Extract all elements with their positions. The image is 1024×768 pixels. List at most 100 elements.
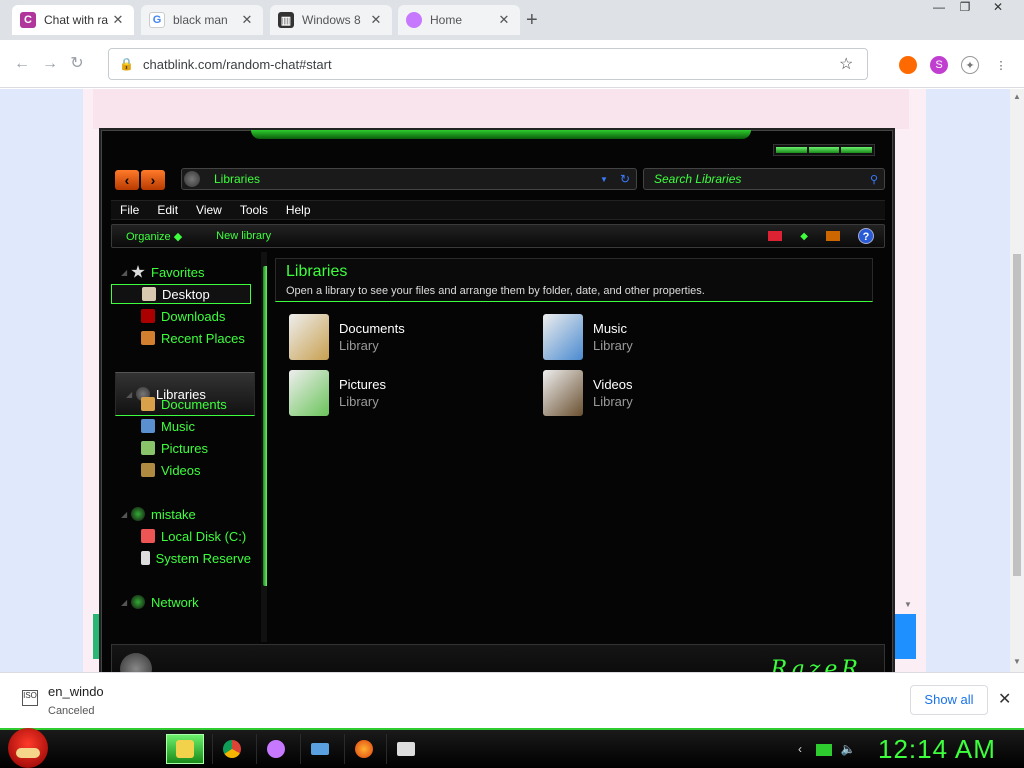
nav-pictures[interactable]: Pictures <box>111 438 251 458</box>
nav-label: Network <box>151 594 199 610</box>
explorer-search-input[interactable]: Search Libraries ⚲ <box>643 168 885 190</box>
address-text[interactable]: Libraries <box>214 172 600 186</box>
scroll-up-icon[interactable]: ▲ <box>1013 92 1021 101</box>
forward-button[interactable]: → <box>39 53 61 75</box>
title-glow <box>251 130 751 139</box>
kebab-menu-icon[interactable]: ⋮ <box>992 56 1010 74</box>
expand-icon[interactable]: ◢ <box>121 268 131 277</box>
libraries-orb-icon <box>184 171 200 187</box>
address-bar[interactable]: 🔒 chatblink.com/random-chat#start ☆ <box>108 48 868 80</box>
back-arrow-icon[interactable]: ‹ <box>115 170 139 190</box>
back-button[interactable]: ← <box>11 53 33 75</box>
nav-music[interactable]: Music <box>111 416 251 436</box>
maximize-explorer-button[interactable] <box>808 147 840 153</box>
nav-scroll-thumb[interactable] <box>263 266 267 586</box>
nav-local-disk[interactable]: Local Disk (C:) <box>111 526 251 546</box>
firefox-icon <box>354 740 373 758</box>
scroll-down-icon[interactable]: ▼ <box>1013 657 1021 666</box>
start-button[interactable] <box>8 728 48 768</box>
change-view-icon[interactable] <box>768 231 783 241</box>
url-text[interactable]: chatblink.com/random-chat#start <box>143 57 839 72</box>
tab-home[interactable]: Home ✕ <box>398 5 520 35</box>
tab-chat[interactable]: C Chat with ra ✕ <box>12 5 134 35</box>
explorer-window: ‹ › Libraries ▼ ↻ Search Libraries ⚲ Fil… <box>99 128 895 726</box>
tab-title: Home <box>430 13 463 27</box>
expand-icon[interactable]: ◢ <box>121 510 131 519</box>
library-name: Pictures <box>339 377 386 392</box>
taskbar-tor[interactable] <box>256 734 294 764</box>
network-tray-icon[interactable] <box>816 744 832 756</box>
library-music[interactable]: Music Library <box>543 314 763 360</box>
tab-search[interactable]: G black man ✕ <box>141 5 263 35</box>
pictures-icon <box>289 370 329 416</box>
taskbar-clock[interactable]: 12:14 AM <box>878 734 996 765</box>
search-icon[interactable]: ⚲ <box>870 173 878 186</box>
scroll-thumb[interactable] <box>1013 254 1021 576</box>
close-tab-icon[interactable]: ✕ <box>496 12 512 28</box>
download-filename[interactable]: en_windo <box>48 684 104 699</box>
close-tab-icon[interactable]: ✕ <box>110 12 126 28</box>
organize-button[interactable]: Organize ◆ <box>126 230 182 243</box>
menu-file[interactable]: File <box>120 203 139 217</box>
explorer-address-bar[interactable]: Libraries ▼ ↻ <box>181 168 637 190</box>
menu-edit[interactable]: Edit <box>157 203 178 217</box>
chevron-down-icon[interactable]: ▼ <box>600 175 608 184</box>
close-tab-icon[interactable]: ✕ <box>368 12 384 28</box>
bookmark-star-icon[interactable]: ☆ <box>839 54 863 74</box>
menu-view[interactable]: View <box>196 203 222 217</box>
libraries-header: Libraries Open a library to see your fil… <box>275 258 873 302</box>
network-icon <box>131 595 145 609</box>
menu-help[interactable]: Help <box>286 203 311 217</box>
tab-windows[interactable]: ▥ Windows 8 ✕ <box>270 5 392 35</box>
view-options-icon[interactable]: ◆ <box>800 231 808 242</box>
taskbar-explorer[interactable] <box>166 734 204 764</box>
nav-label: Music <box>161 418 195 434</box>
refresh-icon[interactable]: ↻ <box>620 172 630 186</box>
library-name: Videos <box>593 377 633 392</box>
preview-pane-icon[interactable] <box>826 231 840 241</box>
fire-extension-icon[interactable] <box>899 56 917 74</box>
library-videos[interactable]: Videos Library <box>543 370 763 416</box>
puzzle-extensions-icon[interactable]: ✦ <box>961 56 979 74</box>
show-all-button[interactable]: Show all <box>910 685 988 715</box>
nav-label: Recent Places <box>161 330 245 346</box>
volume-icon[interactable]: 🔈 <box>840 742 856 758</box>
nav-favorites[interactable]: ◢ Favorites <box>111 262 251 282</box>
search-placeholder[interactable]: Search Libraries <box>654 172 870 186</box>
inner-scroll-down-icon[interactable]: ▼ <box>904 600 912 609</box>
nav-system-reserved[interactable]: System Reserve <box>111 548 251 568</box>
nav-videos[interactable]: Videos <box>111 460 251 480</box>
taskbar-chrome[interactable] <box>212 734 250 764</box>
library-pictures[interactable]: Pictures Library <box>289 370 509 416</box>
menu-tools[interactable]: Tools <box>240 203 268 217</box>
new-tab-button[interactable]: + <box>526 9 538 32</box>
reload-button[interactable]: ↻ <box>66 53 88 75</box>
page-scrollbar[interactable]: ▲ ▼ <box>1010 89 1024 672</box>
close-explorer-button[interactable] <box>841 147 873 153</box>
command-bar: Organize ◆ New library ◆ ? <box>111 224 885 248</box>
taskbar-keyboard[interactable] <box>300 734 338 764</box>
taskbar-app[interactable] <box>386 734 424 764</box>
nav-documents[interactable]: Documents <box>111 394 251 414</box>
nav-desktop[interactable]: Desktop <box>111 284 251 304</box>
nav-network[interactable]: ◢ Network <box>111 592 251 612</box>
nav-recent-places[interactable]: Recent Places <box>111 328 251 348</box>
expand-icon[interactable]: ◢ <box>121 598 131 607</box>
library-documents[interactable]: Documents Library <box>289 314 509 360</box>
tab-title: Windows 8 <box>302 13 361 27</box>
nav-computer[interactable]: ◢ mistake <box>111 504 251 524</box>
nav-scrollbar[interactable] <box>261 252 267 642</box>
s-extension-icon[interactable]: S <box>930 56 948 74</box>
help-icon[interactable]: ? <box>858 228 874 244</box>
forward-arrow-icon[interactable]: › <box>141 170 165 190</box>
page-header-band <box>93 89 909 129</box>
close-shelf-icon[interactable]: ✕ <box>998 689 1011 709</box>
taskbar-firefox[interactable] <box>344 734 382 764</box>
videos-icon <box>141 463 155 477</box>
nav-downloads[interactable]: Downloads <box>111 306 251 326</box>
show-hidden-icons[interactable]: ‹ <box>792 742 808 758</box>
minimize-explorer-button[interactable] <box>776 147 807 153</box>
new-library-button[interactable]: New library <box>216 230 271 242</box>
close-window-button[interactable]: ✕ <box>976 0 1020 18</box>
close-tab-icon[interactable]: ✕ <box>239 12 255 28</box>
